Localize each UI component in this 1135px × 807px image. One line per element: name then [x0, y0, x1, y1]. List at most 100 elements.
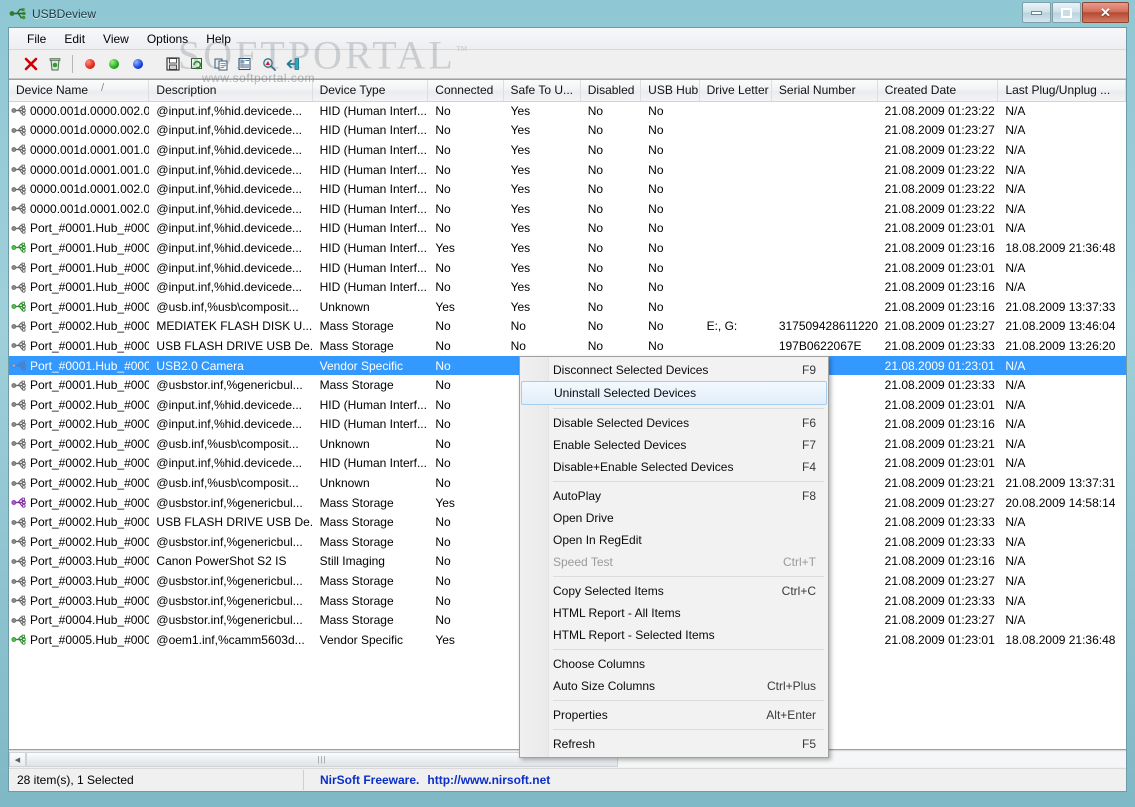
column-header-safe-to-unplug[interactable]: Safe To U... — [504, 80, 581, 101]
blue-dot-icon — [133, 59, 143, 69]
scroll-left-arrow-icon[interactable]: ◀ — [9, 752, 26, 767]
column-header-connected[interactable]: Connected — [428, 80, 504, 101]
usb-gray-icon — [11, 282, 26, 293]
usb-gray-icon — [11, 223, 26, 234]
table-row[interactable]: Port_#0001.Hub_#0002 @input.inf,%hid.devi… — [9, 277, 1126, 297]
table-row[interactable]: 0000.001d.0001.002.00... @input.inf,%hid.… — [9, 179, 1126, 199]
context-menu-item[interactable]: Choose Columns — [520, 653, 828, 675]
cell-usb_hub: No — [648, 221, 664, 236]
cell-last_plug_unplug: N/A — [1005, 221, 1026, 236]
column-header-description[interactable]: Description — [149, 80, 313, 101]
column-header-disabled[interactable]: Disabled — [581, 80, 642, 101]
cell-description: @input.inf,%hid.devicede... — [156, 280, 303, 295]
cell-device_name: Port_#0003.Hub_#0005 — [9, 594, 149, 608]
table-row[interactable]: Port_#0001.Hub_#0001 @input.inf,%hid.devi… — [9, 219, 1126, 239]
table-row[interactable]: 0000.001d.0001.001.00... @input.inf,%hid.… — [9, 160, 1126, 180]
context-menu-item[interactable]: Disable+Enable Selected Devices F4 — [520, 456, 828, 478]
properties-button[interactable] — [233, 52, 257, 76]
table-row[interactable]: Port_#0002.Hub_#0002 MEDIATEK FLASH DISK … — [9, 317, 1126, 337]
device-name-text: 0000.001d.0000.002.00... — [30, 123, 149, 138]
context-menu-item[interactable]: HTML Report - Selected Items — [520, 624, 828, 646]
menu-view[interactable]: View — [94, 30, 138, 48]
menu-edit[interactable]: Edit — [55, 30, 94, 48]
column-header-usb-hub[interactable]: USB Hub — [641, 80, 700, 101]
cell-connected: No — [435, 201, 451, 216]
cell-created_date: 21.08.2009 01:23:27 — [884, 495, 995, 510]
context-menu-item[interactable]: HTML Report - All Items — [520, 602, 828, 624]
context-menu-item-label: Copy Selected Items — [553, 584, 664, 598]
context-menu-item-shortcut: F5 — [801, 737, 816, 751]
column-header-device-type[interactable]: Device Type — [313, 80, 429, 101]
title-bar[interactable]: USBDeview ✕ — [0, 0, 1135, 27]
context-menu-item[interactable]: Open Drive — [520, 507, 828, 529]
context-menu-item[interactable]: AutoPlay F8 — [520, 485, 828, 507]
context-menu-item-label: Disable+Enable Selected Devices — [553, 460, 734, 474]
cell-safe_to_unplug: Yes — [510, 221, 531, 236]
cell-created_date: 21.08.2009 01:23:01 — [884, 632, 995, 647]
cell-disabled: No — [587, 123, 604, 138]
mark-green-button[interactable] — [102, 52, 126, 76]
nirsoft-link[interactable]: http://www.nirsoft.net — [427, 773, 550, 787]
context-menu-item-label: Speed Test — [553, 555, 613, 569]
table-row[interactable]: Port_#0001.Hub_#0002 @input.inf,%hid.devi… — [9, 258, 1126, 278]
context-menu-item[interactable]: Refresh F5 — [520, 733, 828, 755]
table-row[interactable]: 0000.001d.0000.002.00... @input.inf,%hid.… — [9, 121, 1126, 141]
menu-options[interactable]: Options — [138, 30, 197, 48]
cell-usb_hub: No — [648, 162, 664, 177]
cell-device_type: HID (Human Interf... — [319, 221, 427, 236]
column-header-device-name[interactable]: Device Name / — [9, 80, 150, 101]
context-menu-item-label: AutoPlay — [553, 489, 602, 503]
context-menu-item-label: Disconnect Selected Devices — [553, 363, 709, 377]
cell-device_name: Port_#0001.Hub_#0003 — [9, 359, 149, 373]
cell-safe_to_unplug: Yes — [510, 260, 531, 275]
device-context-menu[interactable]: Disconnect Selected Devices F9 Uninstall S… — [519, 356, 829, 758]
cell-device_name: 0000.001d.0000.002.00... — [9, 104, 149, 118]
mark-red-button[interactable] — [78, 52, 102, 76]
table-row[interactable]: 0000.001d.0001.002.00... @input.inf,%hid.… — [9, 199, 1126, 219]
mark-blue-button[interactable] — [126, 52, 150, 76]
cell-connected: Yes — [435, 495, 455, 510]
context-menu-item[interactable]: Enable Selected Devices F7 — [520, 434, 828, 456]
column-header-serial-number[interactable]: Serial Number — [772, 80, 878, 101]
cell-last_plug_unplug: N/A — [1005, 358, 1026, 373]
table-row[interactable]: Port_#0001.Hub_#0001 @input.inf,%hid.devi… — [9, 238, 1126, 258]
exit-button[interactable] — [281, 52, 305, 76]
usb-blue-icon — [11, 360, 26, 371]
context-menu-item[interactable]: Auto Size Columns Ctrl+Plus — [520, 675, 828, 697]
usb-green-icon — [11, 634, 26, 646]
cell-usb_hub: No — [648, 182, 664, 197]
menu-help[interactable]: Help — [197, 30, 240, 48]
close-button[interactable]: ✕ — [1082, 2, 1129, 23]
cell-safe_to_unplug: Yes — [510, 280, 531, 295]
cell-connected: No — [435, 162, 451, 177]
context-menu-item[interactable]: Disable Selected Devices F6 — [520, 412, 828, 434]
device-name-text: Port_#0002.Hub_#0001 — [30, 417, 150, 432]
context-menu-item[interactable]: Uninstall Selected Devices — [521, 381, 827, 405]
cell-device_type: Vendor Specific — [319, 632, 403, 647]
column-header-last-plug-unplug[interactable]: Last Plug/Unplug ... — [998, 80, 1126, 101]
minimize-button[interactable] — [1022, 2, 1051, 23]
menu-file[interactable]: File — [18, 30, 55, 48]
copy-button[interactable] — [209, 52, 233, 76]
context-menu-item[interactable]: Disconnect Selected Devices F9 — [520, 359, 828, 381]
device-name-text: Port_#0001.Hub_#0002 — [30, 260, 150, 275]
cell-created_date: 21.08.2009 01:23:01 — [884, 221, 995, 236]
cell-last_plug_unplug: N/A — [1005, 103, 1026, 118]
column-header-created-date[interactable]: Created Date — [878, 80, 999, 101]
usb-gray-icon — [11, 478, 26, 489]
context-menu-item[interactable]: Open In RegEdit — [520, 529, 828, 551]
column-header-drive-letter[interactable]: Drive Letter — [700, 80, 772, 101]
maximize-button[interactable] — [1052, 2, 1081, 23]
cell-description: @usbstor.inf,%genericbul... — [156, 378, 303, 393]
disable-selected-devices-button[interactable] — [43, 52, 67, 76]
table-row[interactable]: 0000.001d.0001.001.00... @input.inf,%hid.… — [9, 140, 1126, 160]
find-button[interactable] — [257, 52, 281, 76]
refresh-button[interactable] — [185, 52, 209, 76]
table-row[interactable]: Port_#0001.Hub_#0002 USB FLASH DRIVE USB … — [9, 336, 1126, 356]
uninstall-selected-devices-button[interactable] — [19, 52, 43, 76]
table-row[interactable]: Port_#0001.Hub_#0002 @usb.inf,%usb\compos… — [9, 297, 1126, 317]
table-row[interactable]: 0000.001d.0000.002.00... @input.inf,%hid.… — [9, 101, 1126, 121]
save-button[interactable] — [161, 52, 185, 76]
context-menu-item[interactable]: Properties Alt+Enter — [520, 704, 828, 726]
context-menu-item[interactable]: Copy Selected Items Ctrl+C — [520, 580, 828, 602]
